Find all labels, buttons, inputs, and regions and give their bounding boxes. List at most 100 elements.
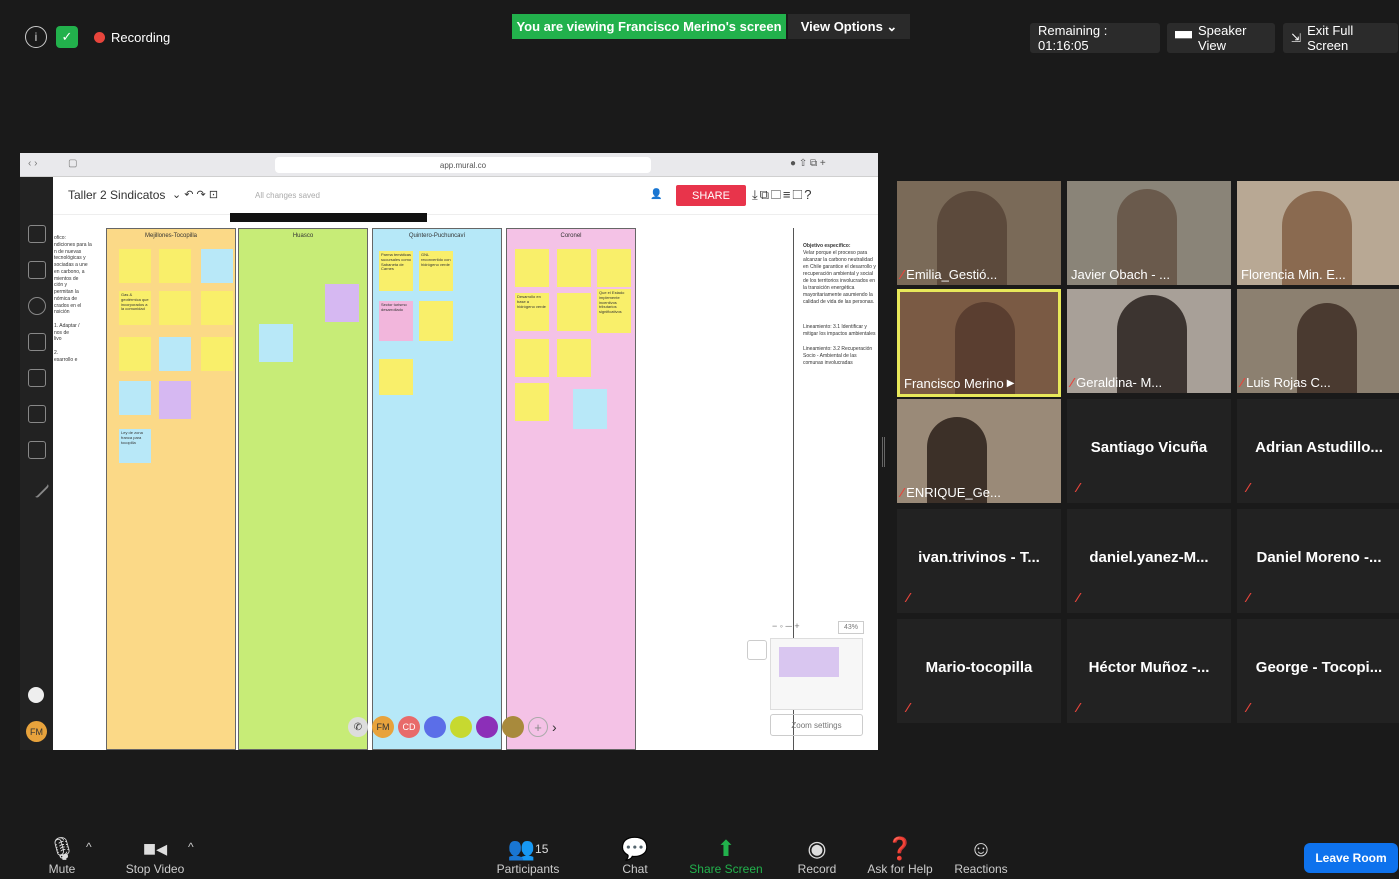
participant-tile[interactable]: ⁄ Emilia_Gestió... bbox=[897, 181, 1061, 285]
stop-video-button[interactable]: ■◂ Stop Video bbox=[120, 836, 190, 876]
smiley-icon: ☺ bbox=[969, 836, 993, 861]
mute-button[interactable]: 🎙 Mute bbox=[40, 836, 84, 876]
sticky-note[interactable]: Gas & geotérmica que incorporados a la c… bbox=[119, 291, 151, 325]
sticky-note[interactable]: Parma temáticas sucursales como Sabaneta… bbox=[379, 251, 413, 291]
frame-icon[interactable] bbox=[28, 333, 46, 351]
minimap[interactable] bbox=[770, 638, 863, 710]
participant-name: Adrian Astudillo... bbox=[1255, 439, 1383, 456]
leave-room-button[interactable]: Leave Room bbox=[1304, 843, 1398, 873]
zoom-control[interactable]: − ◦ ─ + bbox=[772, 621, 800, 631]
record-label: Record bbox=[797, 862, 837, 876]
avatar[interactable]: FM bbox=[372, 716, 394, 738]
redaction-bar bbox=[230, 213, 427, 222]
column-huasco: Huasco bbox=[238, 228, 368, 750]
mural-tools-icon: ⤓⧉☐≡☐? bbox=[752, 187, 814, 202]
record-icon: ◉ bbox=[807, 836, 827, 861]
help-icon[interactable] bbox=[28, 687, 44, 703]
participant-name: Geraldina- M... bbox=[1076, 375, 1163, 390]
participant-tile[interactable]: Daniel Moreno -... ⁄ bbox=[1237, 509, 1399, 613]
reactions-button[interactable]: ☺ Reactions bbox=[950, 836, 1012, 876]
url-bar: app.mural.co bbox=[275, 157, 651, 173]
chevron-right-icon[interactable]: › bbox=[552, 719, 557, 735]
participant-tile[interactable]: George - Tocopi... ⁄ bbox=[1237, 619, 1399, 723]
participant-tile[interactable]: Adrian Astudillo... ⁄ bbox=[1237, 399, 1399, 503]
participant-tile[interactable]: Florencia Min. E... bbox=[1237, 181, 1399, 285]
view-options-button[interactable]: View Options ⌄ bbox=[788, 14, 910, 39]
ask-for-help-button[interactable]: ❓ Ask for Help bbox=[864, 836, 936, 876]
participants-count: 15 bbox=[535, 842, 549, 856]
speaker-view-button[interactable]: ▀▀ Speaker View bbox=[1167, 23, 1275, 53]
participant-tile[interactable]: Javier Obach - ... bbox=[1067, 181, 1231, 285]
share-screen-button[interactable]: ⬆ Share Screen bbox=[688, 836, 764, 876]
sticky-note[interactable]: GNL reconvertido con hidrógeno verde bbox=[419, 251, 453, 291]
exit-full-screen-button[interactable]: ⇲ Exit Full Screen bbox=[1283, 23, 1398, 53]
mic-muted-icon: ⁄ bbox=[1071, 375, 1074, 390]
shield-icon[interactable]: ✓ bbox=[56, 26, 78, 48]
objective-title: Objetivo específico: bbox=[803, 243, 851, 249]
participants-icon: 👥15 bbox=[507, 836, 549, 861]
column-header: Coronel bbox=[560, 233, 582, 239]
sticky-note[interactable]: Sector turismo desarrollado bbox=[379, 301, 413, 341]
recording-label: Recording bbox=[111, 30, 171, 45]
participant-tile[interactable]: ivan.trivinos - T... ⁄ bbox=[897, 509, 1061, 613]
mic-muted-icon: ⁄ bbox=[907, 700, 910, 715]
mic-muted-icon: ⁄ bbox=[901, 267, 904, 282]
participant-tile[interactable]: ⁄ Geraldina- M... bbox=[1067, 289, 1231, 393]
mic-muted-icon: ⁄ bbox=[901, 485, 904, 500]
avatar[interactable]: CD bbox=[398, 716, 420, 738]
participant-tile[interactable]: ⁄ ENRIQUE_Ge... bbox=[897, 399, 1061, 503]
left-objective-text: ofico: ndiciones para la n de nuevas tec… bbox=[54, 235, 92, 363]
avatar[interactable] bbox=[450, 716, 472, 738]
chat-label: Chat bbox=[622, 862, 648, 876]
user-count-icon: 👤 bbox=[650, 189, 663, 200]
info-icon[interactable]: i bbox=[25, 26, 47, 48]
sidebar-toggle-icon: ▢ bbox=[68, 158, 78, 169]
avatar[interactable] bbox=[476, 716, 498, 738]
sticky-note[interactable]: Desarrollo en base a hidrógeno verde bbox=[515, 293, 549, 331]
upload-icon[interactable] bbox=[28, 441, 46, 459]
zoom-settings-button[interactable]: Zoom settings bbox=[770, 714, 863, 736]
remaining-time: Remaining : 01:16:05 bbox=[1030, 23, 1160, 53]
video-options-caret[interactable]: ^ bbox=[188, 840, 194, 854]
participant-tile[interactable]: Mario-tocopilla ⁄ bbox=[897, 619, 1061, 723]
participants-button[interactable]: 👥15 Participants bbox=[492, 836, 564, 876]
shapes-icon[interactable] bbox=[28, 297, 46, 315]
pen-icon[interactable] bbox=[24, 473, 50, 499]
record-dot-icon bbox=[94, 32, 105, 43]
column-mejillones: Mejillones-Tocopilla Gas & geotérmica qu… bbox=[106, 228, 236, 750]
audio-options-caret[interactable]: ^ bbox=[86, 840, 92, 854]
avatar[interactable] bbox=[424, 716, 446, 738]
text-icon[interactable] bbox=[28, 261, 46, 279]
avatar[interactable] bbox=[502, 716, 524, 738]
participant-tile[interactable]: Santiago Vicuña ⁄ bbox=[1067, 399, 1231, 503]
participant-name: Francisco Merino bbox=[904, 376, 1004, 391]
viewing-banner: You are viewing Francisco Merino's scree… bbox=[512, 14, 786, 39]
column-header: Quintero-Puchuncaví bbox=[408, 233, 466, 239]
save-status: All changes saved bbox=[255, 191, 320, 200]
participant-name: ivan.trivinos - T... bbox=[918, 549, 1040, 566]
library-icon[interactable] bbox=[28, 405, 46, 423]
phone-icon[interactable]: ✆ bbox=[348, 717, 368, 737]
ask-help-label: Ask for Help bbox=[867, 862, 933, 876]
stop-video-label: Stop Video bbox=[125, 862, 185, 876]
image-icon[interactable] bbox=[28, 369, 46, 387]
user-avatar[interactable]: FM bbox=[26, 721, 47, 742]
record-button[interactable]: ◉ Record bbox=[792, 836, 842, 876]
panel-resize-handle[interactable] bbox=[882, 437, 885, 467]
board-title: Taller 2 Sindicatos bbox=[68, 188, 166, 202]
recording-indicator[interactable]: Recording bbox=[94, 30, 170, 45]
sticky-note-icon[interactable] bbox=[28, 225, 46, 243]
add-collaborator-icon[interactable]: + bbox=[528, 717, 548, 737]
zoom-percent: 43% bbox=[838, 621, 864, 634]
sticky-note[interactable]: Que el Estado implemente incentivos trib… bbox=[597, 289, 631, 333]
participant-tile[interactable]: daniel.yanez-M... ⁄ bbox=[1067, 509, 1231, 613]
chat-button[interactable]: 💬 Chat bbox=[614, 836, 656, 876]
mural-share-button[interactable]: SHARE bbox=[676, 185, 746, 206]
participant-tile-active[interactable]: Francisco Merino ▶ bbox=[897, 289, 1061, 397]
sticky-note[interactable]: Ley de zona franca para tocopilla bbox=[119, 429, 151, 463]
minimap-toggle-icon[interactable] bbox=[747, 640, 767, 660]
participant-tile[interactable]: Héctor Muñoz -... ⁄ bbox=[1067, 619, 1231, 723]
participant-tile[interactable]: ⁄ Luis Rojas C... bbox=[1237, 289, 1399, 393]
mic-muted-icon: ⁄ bbox=[1247, 480, 1250, 495]
participant-name: Mario-tocopilla bbox=[925, 659, 1033, 676]
